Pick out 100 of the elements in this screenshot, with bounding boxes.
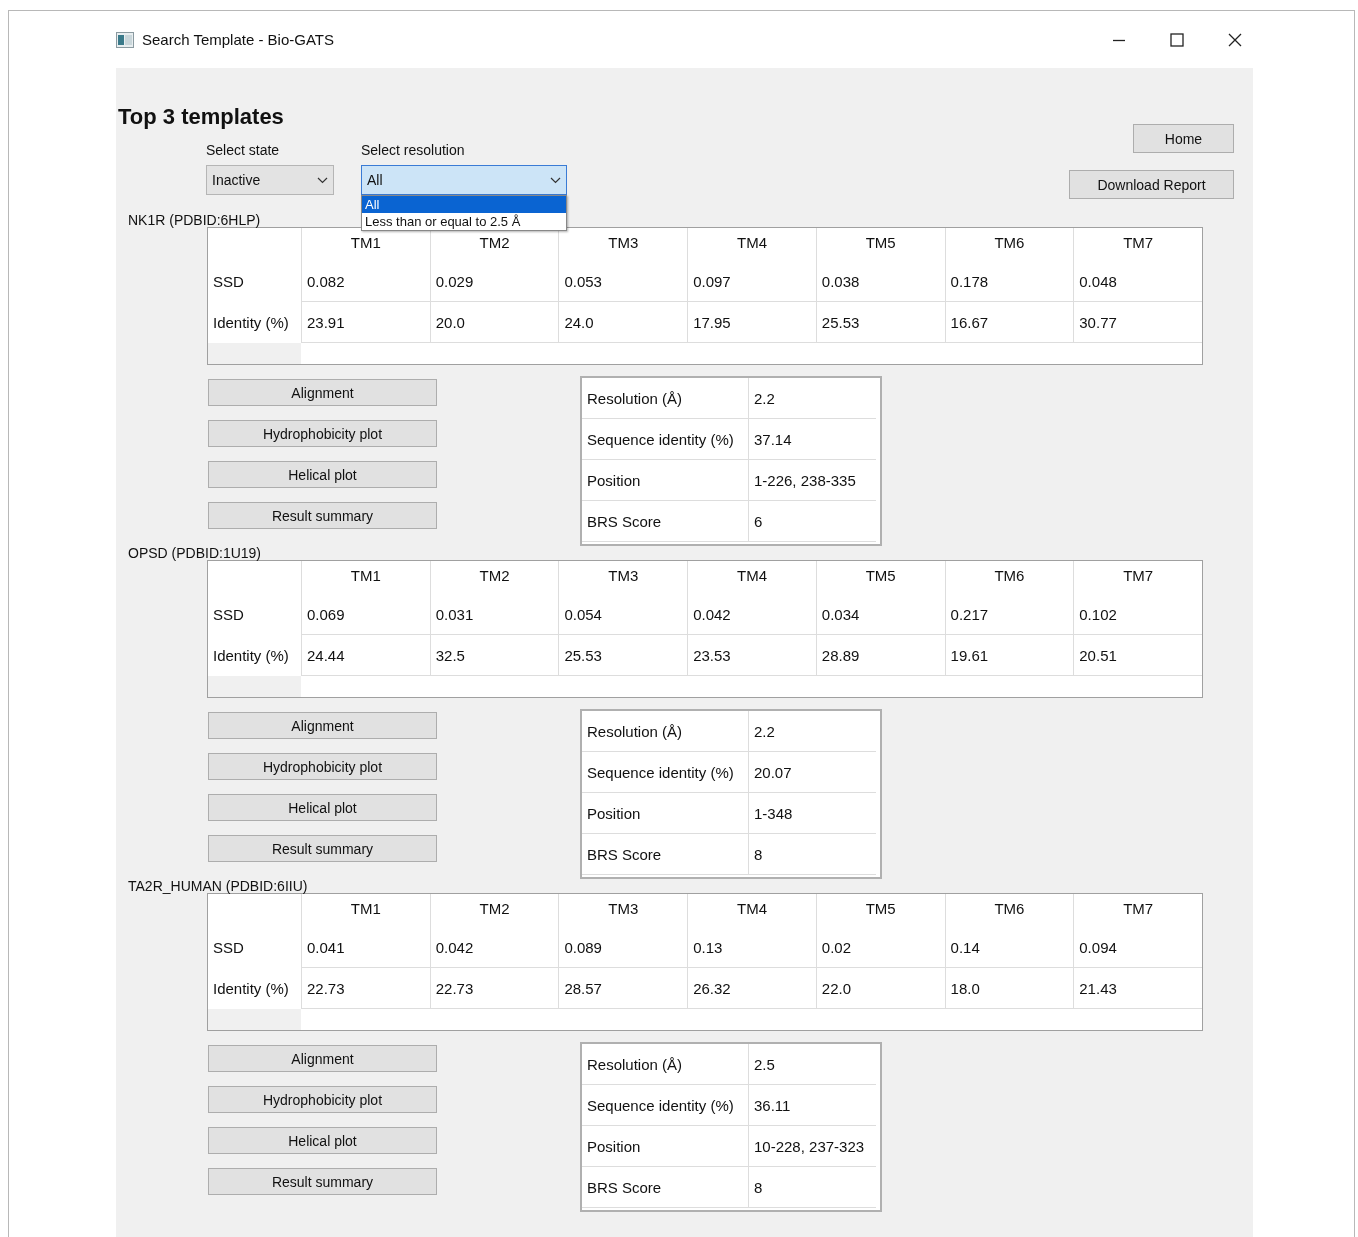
row-header: Identity (%) bbox=[212, 313, 290, 333]
column-header: TM6 bbox=[944, 894, 1074, 927]
action-button[interactable]: Helical plot bbox=[208, 1127, 437, 1154]
table-cell: 0.089 bbox=[558, 927, 688, 968]
dropdown-option[interactable]: All bbox=[362, 196, 566, 213]
close-icon[interactable] bbox=[1228, 32, 1242, 47]
detail-label: Resolution (Å) bbox=[582, 711, 748, 752]
table-cell: 17.95 bbox=[687, 302, 816, 343]
row-header: SSD bbox=[212, 605, 245, 625]
table-cell: 0.041 bbox=[301, 927, 430, 968]
resolution-dropdown[interactable]: All bbox=[361, 165, 567, 195]
column-header: TM3 bbox=[558, 561, 688, 594]
table-cell: 24.44 bbox=[301, 635, 430, 676]
table-cell: 0.178 bbox=[944, 261, 1074, 302]
detail-value: 37.14 bbox=[748, 419, 876, 460]
table-cell: 0.094 bbox=[1073, 927, 1202, 968]
detail-value: 20.07 bbox=[748, 752, 876, 793]
action-button[interactable]: Hydrophobicity plot bbox=[208, 753, 437, 780]
table-cell: 0.217 bbox=[944, 594, 1074, 635]
row-header: Identity (%) bbox=[212, 646, 290, 666]
table-cell: 20.51 bbox=[1073, 635, 1202, 676]
table-cell: 19.61 bbox=[944, 635, 1074, 676]
detail-label: BRS Score bbox=[582, 834, 748, 875]
column-header: TM3 bbox=[558, 894, 688, 927]
detail-value: 8 bbox=[748, 1167, 876, 1208]
table-cell: 0.034 bbox=[815, 594, 945, 635]
table-cell: 22.73 bbox=[301, 968, 430, 1009]
chevron-icon bbox=[317, 176, 328, 184]
table-cell: 28.89 bbox=[815, 635, 945, 676]
table-cell: 26.32 bbox=[687, 968, 816, 1009]
chevron-icon bbox=[550, 176, 561, 184]
detail-label: Resolution (Å) bbox=[582, 378, 748, 419]
action-button[interactable]: Result summary bbox=[208, 835, 437, 862]
detail-value: 1-226, 238-335 bbox=[748, 460, 876, 501]
detail-label: Sequence identity (%) bbox=[582, 1085, 748, 1126]
table-cell: 32.5 bbox=[429, 635, 559, 676]
detail-label: Position bbox=[582, 1126, 748, 1167]
action-button[interactable]: Alignment bbox=[208, 712, 437, 739]
table-cell: 0.042 bbox=[687, 594, 816, 635]
column-header: TM7 bbox=[1073, 894, 1202, 927]
action-button[interactable]: Hydrophobicity plot bbox=[208, 420, 437, 447]
column-header: TM4 bbox=[687, 894, 816, 927]
action-button[interactable]: Alignment bbox=[208, 1045, 437, 1072]
action-button[interactable]: Result summary bbox=[208, 1168, 437, 1195]
column-header: TM4 bbox=[687, 228, 816, 261]
table-cell: 0.048 bbox=[1073, 261, 1202, 302]
template-title: OPSD (PDBID:1U19) bbox=[128, 546, 262, 560]
detail-label: Position bbox=[582, 460, 748, 501]
detail-value: 1-348 bbox=[748, 793, 876, 834]
column-header: TM1 bbox=[301, 561, 430, 594]
detail-value: 2.2 bbox=[748, 711, 876, 752]
app-icon bbox=[116, 31, 134, 48]
column-header: TM7 bbox=[1073, 561, 1202, 594]
action-button[interactable]: Alignment bbox=[208, 379, 437, 406]
maximize-icon[interactable] bbox=[1170, 32, 1184, 47]
column-header: TM6 bbox=[944, 561, 1074, 594]
home-button[interactable]: Home bbox=[1133, 124, 1234, 153]
column-header: TM2 bbox=[429, 561, 559, 594]
action-button[interactable]: Helical plot bbox=[208, 461, 437, 488]
detail-value: 2.2 bbox=[748, 378, 876, 419]
dropdown-option[interactable]: Less than or equal to 2.5 Å bbox=[362, 213, 566, 230]
row-header: SSD bbox=[212, 938, 245, 958]
column-header: TM2 bbox=[429, 228, 559, 261]
table-cell: 0.14 bbox=[944, 927, 1074, 968]
table-cell: 21.43 bbox=[1073, 968, 1202, 1009]
table-cell: 23.53 bbox=[687, 635, 816, 676]
action-button[interactable]: Hydrophobicity plot bbox=[208, 1086, 437, 1113]
table-cell: 22.0 bbox=[815, 968, 945, 1009]
detail-label: BRS Score bbox=[582, 1167, 748, 1208]
detail-value: 2.5 bbox=[748, 1044, 876, 1085]
detail-value: 6 bbox=[748, 501, 876, 542]
table-cell: 16.67 bbox=[944, 302, 1074, 343]
detail-value: 10-228, 237-323 bbox=[748, 1126, 876, 1167]
column-header: TM5 bbox=[815, 894, 945, 927]
table-cell: 0.13 bbox=[687, 927, 816, 968]
table-cell: 0.082 bbox=[301, 261, 430, 302]
detail-label: Sequence identity (%) bbox=[582, 419, 748, 460]
column-header: TM5 bbox=[815, 228, 945, 261]
window-title: Search Template - Bio-GATS bbox=[142, 31, 335, 48]
column-header: TM6 bbox=[944, 228, 1074, 261]
table-cell: 22.73 bbox=[429, 968, 559, 1009]
table-cell: 20.0 bbox=[429, 302, 559, 343]
template-title: TA2R_HUMAN (PDBID:6IIU) bbox=[128, 879, 308, 893]
table-cell: 28.57 bbox=[558, 968, 688, 1009]
heading: Top 3 templates bbox=[118, 104, 285, 130]
table-cell: 0.053 bbox=[558, 261, 688, 302]
action-button[interactable]: Helical plot bbox=[208, 794, 437, 821]
detail-label: Sequence identity (%) bbox=[582, 752, 748, 793]
column-header: TM4 bbox=[687, 561, 816, 594]
action-button[interactable]: Result summary bbox=[208, 502, 437, 529]
download-button[interactable]: Download Report bbox=[1069, 170, 1234, 199]
state-dropdown[interactable]: Inactive bbox=[206, 165, 334, 195]
detail-value: 8 bbox=[748, 834, 876, 875]
column-header: TM3 bbox=[558, 228, 688, 261]
table-cell: 0.054 bbox=[558, 594, 688, 635]
state-label: Select state bbox=[206, 142, 281, 158]
column-header: TM5 bbox=[815, 561, 945, 594]
table-cell: 23.91 bbox=[301, 302, 430, 343]
table-cell: 25.53 bbox=[558, 635, 688, 676]
table-cell: 0.038 bbox=[815, 261, 945, 302]
